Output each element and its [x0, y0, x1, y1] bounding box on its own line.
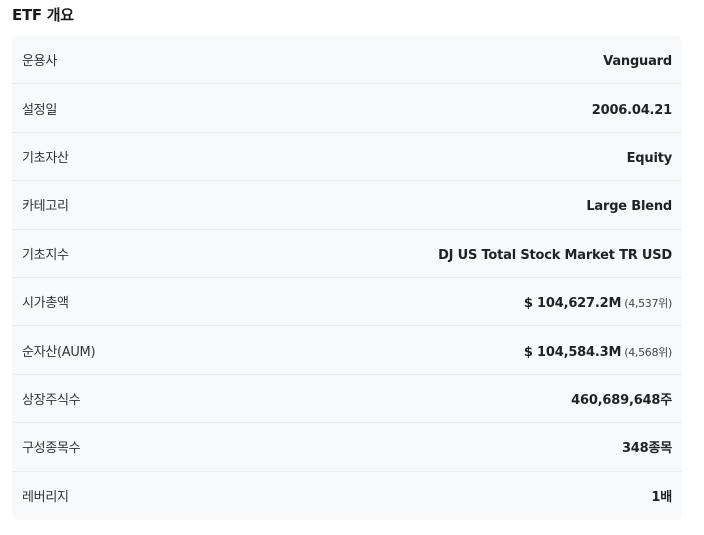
row-value-group: 2006.04.21: [592, 99, 672, 118]
row-value-group: Equity: [626, 147, 673, 166]
underlying-index-value: DJ US Total Stock Market TR USD: [438, 247, 672, 263]
row-value-group: 348종목: [622, 437, 672, 456]
row-label: 설정일: [22, 102, 57, 118]
row-label: 운용사: [22, 54, 57, 70]
row-asset-class: 기초자산 Equity: [12, 133, 682, 182]
row-category: 카테고리 Large Blend: [12, 181, 682, 230]
row-label: 순자산(AUM): [22, 344, 96, 360]
section-title: ETF 개요: [12, 6, 74, 24]
shares-outstanding-value: 460,689,648주: [571, 392, 672, 408]
row-shares-outstanding: 상장주식수 460,689,648주: [12, 375, 682, 424]
market-cap-rank: (4,537위): [624, 297, 672, 311]
row-inception-date: 설정일 2006.04.21: [12, 84, 682, 133]
row-value-group: DJ US Total Stock Market TR USD: [438, 244, 672, 263]
row-label: 카테고리: [22, 199, 69, 215]
market-cap-value: $ 104,627.2M: [523, 296, 622, 312]
row-holdings-count: 구성종목수 348종목: [12, 423, 682, 472]
leverage-value: 1배: [651, 490, 672, 506]
row-value-group: Vanguard: [603, 50, 672, 69]
holdings-count-value: 348종목: [621, 441, 672, 457]
row-label: 기초지수: [22, 247, 69, 263]
row-label: 상장주식수: [22, 392, 81, 408]
row-manager: 운용사 Vanguard: [12, 36, 682, 85]
row-underlying-index: 기초지수 DJ US Total Stock Market TR USD: [12, 230, 682, 278]
row-market-cap: 시가총액 $ 104,627.2M (4,537위): [12, 278, 682, 327]
row-aum: 순자산(AUM) $ 104,584.3M (4,568위): [12, 326, 682, 375]
manager-value: Vanguard: [603, 54, 672, 70]
row-label: 시가총액: [22, 296, 69, 312]
row-label: 구성종목수: [22, 441, 81, 457]
category-value: Large Blend: [586, 199, 672, 215]
row-value-group: Large Blend: [586, 195, 672, 214]
row-leverage: 레버리지 1배: [12, 472, 682, 520]
row-value-group: $ 104,627.2M (4,537위): [524, 292, 672, 311]
row-value-group: 460,689,648주: [571, 389, 672, 408]
row-label: 레버리지: [22, 490, 69, 506]
inception-date-value: 2006.04.21: [591, 102, 672, 118]
row-label: 기초자산: [22, 150, 69, 166]
aum-rank: (4,568위): [624, 345, 672, 359]
asset-class-value: Equity: [626, 150, 673, 166]
aum-value: $ 104,584.3M: [523, 344, 622, 360]
etf-overview-table: 운용사 Vanguard 설정일 2006.04.21 기초자산 Equity …: [12, 36, 682, 520]
row-value-group: $ 104,584.3M (4,568위): [524, 341, 672, 360]
row-value-group: 1배: [651, 486, 672, 505]
